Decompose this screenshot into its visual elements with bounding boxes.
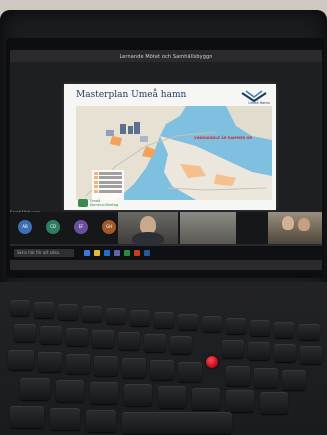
keyboard-key[interactable] [170,336,192,354]
participant-face [282,216,294,230]
folder-icon[interactable] [94,250,100,256]
windows-key[interactable] [50,408,80,430]
keyboard-key[interactable] [34,302,54,318]
excel-icon[interactable] [124,250,130,256]
word-icon[interactable] [144,250,150,256]
participant-face [298,218,310,231]
harbor-map: VINDHANDLE ÄR RAMMER OR [76,106,272,200]
participant-avatar: CD [46,220,60,234]
legend-row [94,176,122,179]
participant-tile[interactable]: EF [68,216,92,240]
alt-key[interactable] [86,410,116,432]
legend-row [94,180,122,184]
legend-row [94,189,122,193]
participant-tile[interactable]: GH [96,216,120,240]
keyboard-key[interactable] [154,312,174,328]
municipality-logo-text: Umeå Kommunföretag [90,199,119,207]
keyboard-key[interactable] [10,406,44,428]
keyboard-key[interactable] [226,366,250,386]
participant-avatar: EF [74,220,88,234]
keyboard-key[interactable] [274,344,296,362]
keyboard-key[interactable] [92,330,114,348]
keyboard-key[interactable] [90,382,118,404]
keyboard-key[interactable] [38,352,62,372]
keyboard-key[interactable] [178,314,198,330]
keyboard-key[interactable] [144,334,166,352]
photo-laptop-video-call: Lernande Mötet och Samhällsbyggn Masterp… [0,0,327,435]
map-caption: VINDHANDLE ÄR RAMMER OR [194,136,253,140]
keyboard-key[interactable] [56,380,84,402]
keyboard-key[interactable] [274,322,294,338]
keyboard-key[interactable] [82,306,102,322]
space-bar[interactable] [122,412,232,434]
participant-body [132,232,164,246]
keyboard-key[interactable] [106,308,126,324]
keyboard-key[interactable] [66,328,88,346]
participant-avatar: GH [102,220,116,234]
meeting-window-title: Lernande Mötet och Samhällsbyggn [119,54,213,60]
participant-tile[interactable]: AB [12,216,36,240]
keyboard-key[interactable] [300,346,322,364]
keyboard-key[interactable] [118,332,140,350]
powerpoint-icon[interactable] [134,250,140,256]
participant-video-tile[interactable] [118,212,178,246]
map-legend [92,170,124,200]
keyboard-key[interactable] [282,370,306,390]
keyboard-key[interactable] [298,324,320,340]
slide-title: Masterplan Umeå hamn [76,90,187,100]
presentation-slide: Masterplan Umeå hamn Umeå Hamn VINDHANDL… [64,84,276,210]
keyboard-key[interactable] [58,304,78,320]
participant-video-tile[interactable] [180,212,236,244]
keyboard-key[interactable] [178,362,202,382]
keyboard-key[interactable] [20,378,50,400]
laptop-screen: Lernande Mötet och Samhällsbyggn Masterp… [10,50,322,270]
participant-avatar: AB [18,220,32,234]
keyboard-key[interactable] [202,316,222,332]
browser-icon[interactable] [84,250,90,256]
participant-video-tile[interactable] [268,212,322,244]
keyboard-key[interactable] [130,310,150,326]
participant-strip: AB CD EF GH [10,212,322,246]
legend-row [94,185,122,188]
keyboard-key[interactable] [124,384,152,406]
slide-logo-text: Umeå Hamn [248,101,270,105]
keyboard-key[interactable] [260,392,288,414]
windows-taskbar: Skriv här för att söka [10,246,322,260]
shared-content-area: Masterplan Umeå hamn Umeå Hamn VINDHANDL… [10,62,322,215]
keyboard-key[interactable] [10,300,30,316]
participant-tile[interactable]: CD [40,216,64,240]
keyboard-key[interactable] [8,350,34,370]
keyboard-key[interactable] [94,356,118,376]
trackpoint-nub[interactable] [206,356,218,368]
keyboard-key[interactable] [40,326,62,344]
keyboard-key[interactable] [226,318,246,334]
keyboard-key[interactable] [122,358,146,378]
keyboard-key[interactable] [14,324,36,342]
keyboard-key[interactable] [250,320,270,336]
keyboard-key[interactable] [226,390,254,412]
keyboard-key[interactable] [66,354,90,374]
legend-row [94,171,122,175]
keyboard-key[interactable] [222,340,244,358]
keyboard-key[interactable] [150,360,174,380]
keyboard-key[interactable] [254,368,278,388]
teams-icon[interactable] [114,250,120,256]
taskbar-search-input[interactable]: Skriv här för att söka [14,249,74,257]
municipality-logo-icon [78,199,88,207]
keyboard-key[interactable] [248,342,270,360]
keyboard-key[interactable] [192,388,220,410]
keyboard-key[interactable] [158,386,186,408]
mail-icon[interactable] [104,250,110,256]
